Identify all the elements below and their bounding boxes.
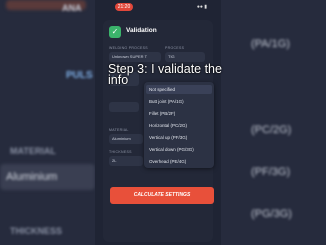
dropdown-option[interactable]: Not specified	[149, 87, 175, 92]
pulse-option[interactable]	[109, 102, 139, 112]
thickness-field[interactable]: 2L	[109, 156, 143, 166]
background-left-panel: ANA PULS MATERIAL Aluminium THICKNESS	[0, 0, 95, 245]
dropdown-option[interactable]: Vertical down (PG/3G)	[149, 147, 194, 152]
background-right-panel: (PA/1G) (PC/2G) (PF/3G) (PG/3G)	[221, 0, 326, 245]
welding-process-field[interactable]: Unknown SUPER T	[109, 52, 161, 62]
page-title: Validation	[126, 27, 157, 34]
bg-pulse-text: PULS	[66, 70, 93, 81]
process-label: PROCESS	[165, 46, 185, 50]
bg-option-3: (PF/3G)	[251, 166, 291, 178]
dropdown-option[interactable]: Vertical up (PF/3G)	[149, 135, 187, 140]
welding-process-label: WELDING PROCESS	[109, 46, 148, 50]
status-bar: 21:20 ●● ▮	[95, 0, 221, 14]
thickness-label: THICKNESS	[109, 150, 132, 154]
dropdown-option[interactable]: Overhead (PE/4G)	[149, 159, 186, 164]
bg-material-label: MATERIAL	[10, 146, 56, 156]
status-time: 21:20	[115, 3, 133, 11]
position-dropdown[interactable]: Not specified Butt joint (PA/1G) Fillet …	[144, 82, 214, 168]
dropdown-option[interactable]: Fillet (PB/2F)	[149, 111, 175, 116]
bg-material-value: Aluminium	[6, 171, 58, 183]
bg-option-2: (PC/2G)	[251, 124, 292, 136]
material-field[interactable]: Aluminium	[109, 134, 143, 144]
wifi-battery-icon: ●● ▮	[196, 4, 207, 10]
dropdown-option[interactable]: Horizontal (PC/2G)	[149, 123, 187, 128]
process-field[interactable]: TIG	[165, 52, 205, 62]
bg-thickness-label: THICKNESS	[10, 226, 63, 236]
material-label: MATERIAL	[109, 128, 129, 132]
check-icon: ✓	[109, 26, 121, 38]
dropdown-option[interactable]: Butt joint (PA/1G)	[149, 99, 184, 104]
bg-option-4: (PG/3G)	[251, 208, 292, 220]
calculate-settings-button[interactable]: CALCULATE SETTINGS	[110, 187, 214, 204]
bg-top-text: ANA	[62, 3, 82, 13]
bg-option-1: (PA/1G)	[251, 38, 290, 50]
